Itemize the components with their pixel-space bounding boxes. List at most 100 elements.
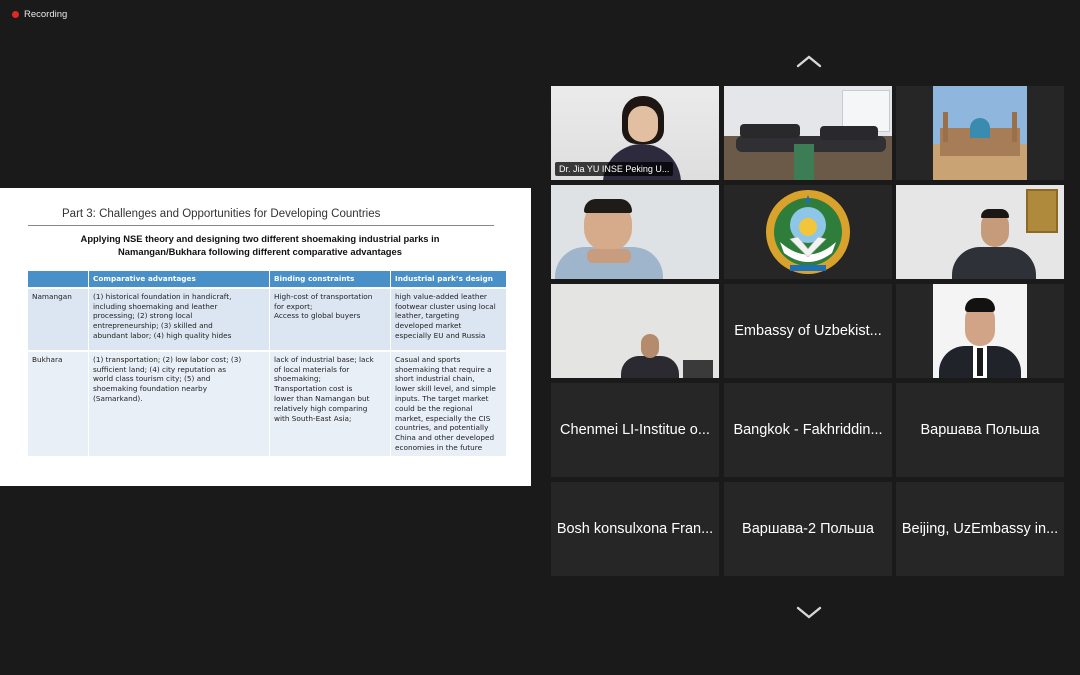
slide-divider [28, 225, 494, 226]
participant-hair [965, 298, 995, 312]
cell-line: inputs. The target market [395, 393, 489, 403]
cell-line: short industrial chain, [395, 374, 475, 384]
design-cell: high value-added leather footwear cluste… [390, 286, 507, 351]
cell-line: sufficient land; (4) city reputation as [93, 364, 227, 374]
seated-people [740, 124, 800, 138]
desk-object [683, 360, 713, 378]
slide-subtitle: Applying NSE theory and designing two di… [40, 232, 480, 258]
cell-line: economies in the future [395, 442, 483, 452]
participant-tile-beijing[interactable]: Beijing, UzEmbassy in... [896, 482, 1064, 576]
cell-line: of local materials for [274, 364, 350, 374]
constraints-cell: High-cost of transportation for export; … [269, 286, 391, 351]
participant-name: Beijing, UzEmbassy in... [901, 521, 1059, 537]
table-header-cell: Industrial park’s design [390, 271, 507, 288]
recording-indicator: Recording [12, 9, 67, 20]
cell-line: shoemaking that require a [395, 364, 492, 374]
participant-tile-photo[interactable] [896, 284, 1064, 378]
advantages-cell: (1) transportation; (2) low labor cost; … [88, 349, 270, 456]
minaret [943, 112, 948, 142]
advantages-cell: (1) historical foundation in handicraft,… [88, 286, 270, 351]
cell-line: abundant labor; (4) high quality hides [93, 330, 232, 340]
cell-line: countries, and potentially [395, 423, 489, 433]
speaker-face [628, 106, 658, 142]
cell-line: for export; [274, 301, 313, 311]
comparison-table: Comparative advantages Binding constrain… [28, 271, 507, 456]
region-cell: Namangan [28, 286, 89, 351]
cell-line: could be the regional [395, 403, 473, 413]
table-header-cell [28, 271, 89, 288]
participant-tile-emblem[interactable] [724, 185, 892, 279]
cell-line: lower than Namangan but [274, 393, 370, 403]
cell-line: China and other developed [395, 433, 495, 443]
participant-name: Bangkok - Fakhriddin... [733, 422, 883, 438]
participant-tile-conference-room[interactable] [724, 86, 892, 180]
chevron-up-icon[interactable] [796, 54, 822, 68]
shared-screen: Part 3: Challenges and Opportunities for… [0, 188, 531, 486]
table-row: Bukhara (1) transportation; (2) low labo… [28, 349, 507, 456]
cell-line: market, especially the CIS [395, 413, 491, 423]
uzbekistan-emblem-icon [766, 190, 850, 274]
madrasa-dome [970, 118, 990, 138]
participant-hands [587, 249, 631, 263]
table-header-cell: Binding constraints [269, 271, 391, 288]
cell-line: especially EU and Russia [395, 330, 486, 340]
cell-line: lower skill level, and simple [395, 384, 496, 394]
cell-line: shoemaking foundation nearby [93, 384, 208, 394]
cell-line: relatively high comparing [274, 403, 368, 413]
participant-tile-bosh[interactable]: Bosh konsulxona Fran... [551, 482, 719, 576]
tie [977, 348, 983, 376]
seated-people [820, 126, 878, 140]
record-dot-icon [12, 11, 19, 18]
cell-line: High-cost of transportation [274, 291, 373, 301]
cell-line: high value-added leather [395, 291, 487, 301]
participant-name: Bosh konsulxona Fran... [556, 521, 714, 537]
participant-name: Dr. Jia YU INSE Peking U... [555, 162, 674, 176]
participant-body [621, 356, 679, 378]
participant-face [641, 334, 659, 358]
cell-line: footwear cluster using local [395, 301, 496, 311]
subtitle-line: Applying NSE theory and designing two di… [80, 233, 440, 244]
cell-line: developed market [395, 321, 462, 331]
cell-line: processing; (2) strong local [93, 311, 193, 321]
participant-tile-video-3[interactable] [896, 185, 1064, 279]
wall-picture [1026, 189, 1058, 233]
participant-tile-embassy[interactable]: Embassy of Uzbekist... [724, 284, 892, 378]
cell-line: entrepreneurship; (3) skilled and [93, 321, 213, 331]
cell-line: (1) transportation; (2) low labor cost; … [93, 354, 242, 364]
table-header-cell: Comparative advantages [88, 271, 270, 288]
cell-line: with South-East Asia; [274, 413, 352, 423]
participant-name: Chenmei LI-Institue o... [560, 422, 710, 438]
participant-name: Embassy of Uzbekist... [734, 323, 882, 339]
cell-line: Casual and sports [395, 354, 461, 364]
participant-tile-warsaw-2[interactable]: Варшава-2 Польша [724, 482, 892, 576]
minaret [1012, 112, 1017, 142]
cell-line: (1) historical foundation in handicraft, [93, 291, 232, 301]
participant-tile-jia-yu[interactable]: Dr. Jia YU INSE Peking U... [551, 86, 719, 180]
participant-body [952, 247, 1036, 279]
design-cell: Casual and sports shoemaking that requir… [390, 349, 507, 456]
cell-line: Transportation cost is [274, 384, 353, 394]
table-row: Namangan (1) historical foundation in ha… [28, 286, 507, 351]
participant-name: Варшава-2 Польша [742, 521, 874, 537]
cell-line: (Samarkand). [93, 393, 143, 403]
participant-tile-bangkok[interactable]: Bangkok - Fakhriddin... [724, 383, 892, 477]
participant-hair [584, 199, 632, 213]
slide-title: Part 3: Challenges and Opportunities for… [62, 208, 381, 220]
participant-name: Варшава Польша [920, 422, 1040, 438]
recording-label: Recording [24, 9, 68, 20]
cell-line: shoemaking; [274, 374, 321, 384]
chevron-down-icon[interactable] [796, 606, 822, 620]
participant-tile-video-4[interactable] [551, 284, 719, 378]
cell-line: world class tourism city; (5) and [93, 374, 211, 384]
participant-tile-registan[interactable] [896, 86, 1064, 180]
constraints-cell: lack of industrial base; lack of local m… [269, 349, 391, 456]
cell-line: Access to global buyers [274, 311, 361, 321]
participant-tile-warsaw[interactable]: Варшава Польша [896, 383, 1064, 477]
participant-tile-chenmei[interactable]: Chenmei LI-Institue o... [551, 383, 719, 477]
table-header-row: Comparative advantages Binding constrain… [28, 271, 507, 288]
cell-line: leather, targeting [395, 311, 460, 321]
room-carpet [794, 144, 814, 180]
subtitle-line: Namangan/Bukhara following different com… [118, 246, 402, 257]
region-cell: Bukhara [28, 349, 89, 456]
participant-tile-video-2[interactable] [551, 185, 719, 279]
